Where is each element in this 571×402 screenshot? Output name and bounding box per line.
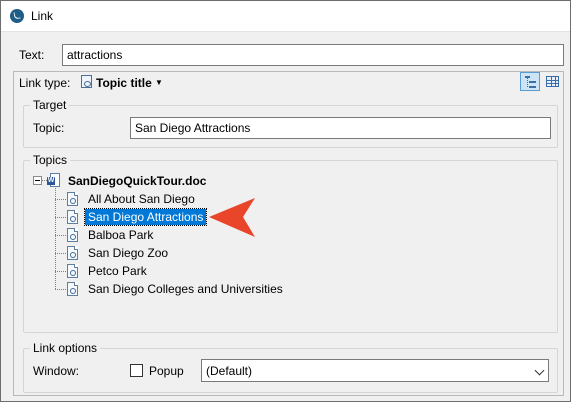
topic-icon	[67, 282, 78, 296]
chevron-down-icon	[534, 365, 545, 376]
topic-icon	[67, 192, 78, 206]
text-input[interactable]: attractions	[62, 44, 564, 66]
popup-checkbox[interactable]	[130, 364, 143, 377]
topic-icon	[67, 246, 78, 260]
table-view-icon	[546, 76, 559, 87]
tree-connector	[55, 271, 66, 272]
collapse-icon[interactable]	[33, 176, 42, 185]
topic-icon	[67, 264, 78, 278]
app-icon	[10, 9, 24, 23]
tree-connector	[55, 188, 56, 289]
tree-item-label: Balboa Park	[88, 228, 154, 242]
topic-label: Topic:	[33, 121, 65, 135]
window-label: Window:	[33, 364, 80, 378]
tree-item-label: All About San Diego	[88, 192, 195, 206]
topic-icon	[67, 228, 78, 242]
link-dialog: Link Text: attractions Link type: Topic …	[0, 0, 571, 402]
topic-title-icon	[81, 75, 92, 88]
link-type-label: Link type:	[19, 76, 71, 90]
tree-item-label: San Diego Colleges and Universities	[88, 282, 283, 296]
tree-root-document[interactable]: SanDiegoQuickTour.doc	[68, 174, 206, 188]
topic-input[interactable]: San Diego Attractions	[130, 117, 551, 139]
window-select-value: (Default)	[206, 364, 253, 378]
link-options-legend: Link options	[33, 341, 98, 355]
topic-icon	[67, 210, 78, 224]
tree-connector	[55, 217, 66, 218]
title-bar: Link	[1, 1, 570, 32]
tree-connector	[55, 235, 66, 236]
dropdown-arrow-icon[interactable]: ▼	[155, 78, 163, 87]
tree-view-icon	[525, 76, 536, 88]
tree-item-label: Petco Park	[88, 264, 147, 278]
word-doc-icon: W	[47, 173, 61, 188]
tree-view-button[interactable]	[520, 72, 540, 91]
pointer-arrow	[209, 198, 255, 237]
tree-connector	[55, 289, 66, 290]
table-view-button[interactable]	[543, 72, 563, 91]
text-label: Text:	[19, 48, 45, 62]
target-legend: Target	[33, 98, 67, 112]
topics-legend: Topics	[33, 153, 68, 167]
tree-connector	[55, 253, 66, 254]
window-select[interactable]: (Default)	[201, 359, 549, 382]
tree-item-label: San Diego Zoo	[88, 246, 169, 260]
window-title: Link	[31, 9, 54, 23]
tree-connector	[55, 199, 66, 200]
link-type-dropdown[interactable]: Topic title	[96, 76, 152, 90]
tree-item-label: San Diego Attractions	[83, 208, 208, 226]
popup-label[interactable]: Popup	[149, 364, 184, 378]
